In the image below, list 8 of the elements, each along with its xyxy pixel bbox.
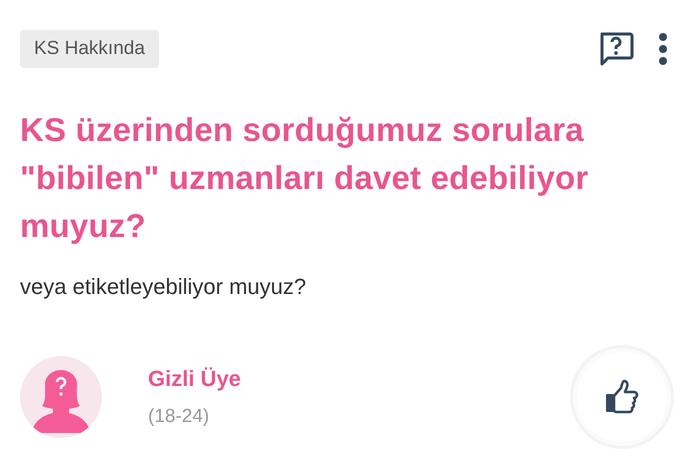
author-age-range: (18-24) xyxy=(148,405,210,430)
question-title: KS üzerinden sorduğumuz sorulara "bibilen" uzmanları davet edebiliyor muyuz? xyxy=(20,110,590,246)
question-bubble-icon[interactable] xyxy=(598,32,634,66)
more-menu-icon[interactable] xyxy=(658,33,668,65)
category-tag[interactable]: KS Hakkında xyxy=(20,30,159,68)
author-name[interactable]: Gizli Üye xyxy=(148,362,241,396)
question-description: veya etiketleyebiliyor muyuz? xyxy=(20,273,308,301)
thumbs-up-icon xyxy=(604,379,640,415)
